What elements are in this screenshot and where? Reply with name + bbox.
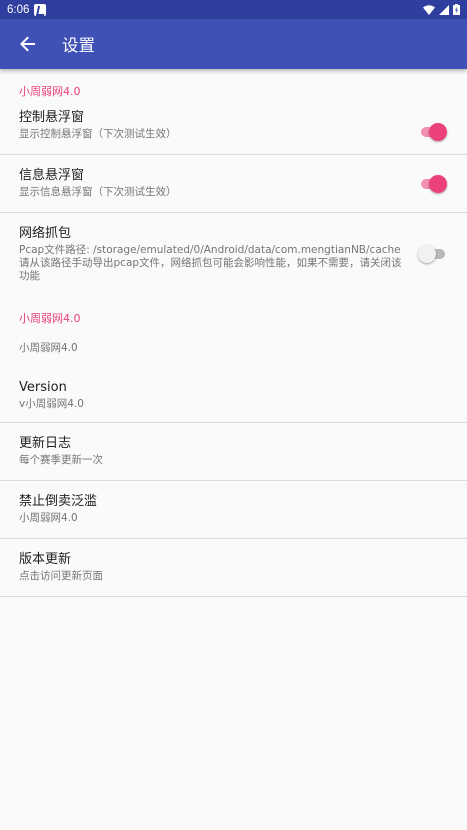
status-bar: 6:06 [0,0,467,19]
control-float-window-switch[interactable] [421,122,447,141]
pref-packet-capture[interactable]: 网络抓包 Pcap文件路径: /storage/emulated/0/Andro… [0,213,467,298]
back-button[interactable] [0,19,56,69]
app-bar: 设置 [0,19,467,69]
switch-thumb [429,122,447,141]
category-header: 小周弱网4.0 [19,312,81,325]
pref-title: 控制悬浮窗 [19,110,85,125]
pref-summary: 小周弱网4.0 [19,342,78,354]
pref-summary: 显示信息悬浮窗（下次测试生效） [19,186,177,198]
pref-summary: 小周弱网4.0 [19,512,78,524]
info-float-window-switch[interactable] [421,174,447,193]
wifi-icon [423,4,435,15]
status-time: 6:06 [7,3,30,16]
pref-title: 网络抓包 [19,226,72,241]
pref-no-resale[interactable]: 禁止倒卖泛滥 小周弱网4.0 [0,481,467,539]
page-title: 设置 [62,36,95,55]
pref-version[interactable]: Version v小周弱网4.0 [0,368,467,423]
packet-capture-switch[interactable] [418,245,445,263]
pref-info-float-window[interactable]: 信息悬浮窗 显示信息悬浮窗（下次测试生效） [0,155,467,213]
notification-icon [34,3,47,16]
settings-list: 小周弱网4.0 控制悬浮窗 显示控制悬浮窗（下次测试生效） 信息悬浮窗 显示信息… [0,69,467,597]
pref-app-name: 小周弱网4.0 [0,335,467,368]
pref-title: Version [19,380,67,395]
pref-changelog[interactable]: 更新日志 每个赛季更新一次 [0,423,467,481]
pref-summary: 显示控制悬浮窗（下次测试生效） [19,128,177,140]
pref-summary: 点击访问更新页面 [19,570,103,582]
signal-icon [439,4,449,15]
pref-update[interactable]: 版本更新 点击访问更新页面 [0,539,467,597]
pref-title: 禁止倒卖泛滥 [19,494,98,509]
switch-thumb [418,245,436,263]
pref-summary: Pcap文件路径: /storage/emulated/0/Android/da… [19,244,402,282]
switch-thumb [429,174,447,193]
arrow-back-icon [20,36,35,52]
pref-summary: v小周弱网4.0 [19,398,84,410]
status-icons [423,4,460,15]
pref-summary: 每个赛季更新一次 [19,454,103,466]
battery-icon [453,4,460,15]
category-header: 小周弱网4.0 [19,85,81,98]
pref-title: 版本更新 [19,552,72,567]
pref-title: 更新日志 [19,436,72,451]
pref-control-float-window[interactable]: 控制悬浮窗 显示控制悬浮窗（下次测试生效） [0,109,467,155]
pref-title: 信息悬浮窗 [19,168,85,183]
